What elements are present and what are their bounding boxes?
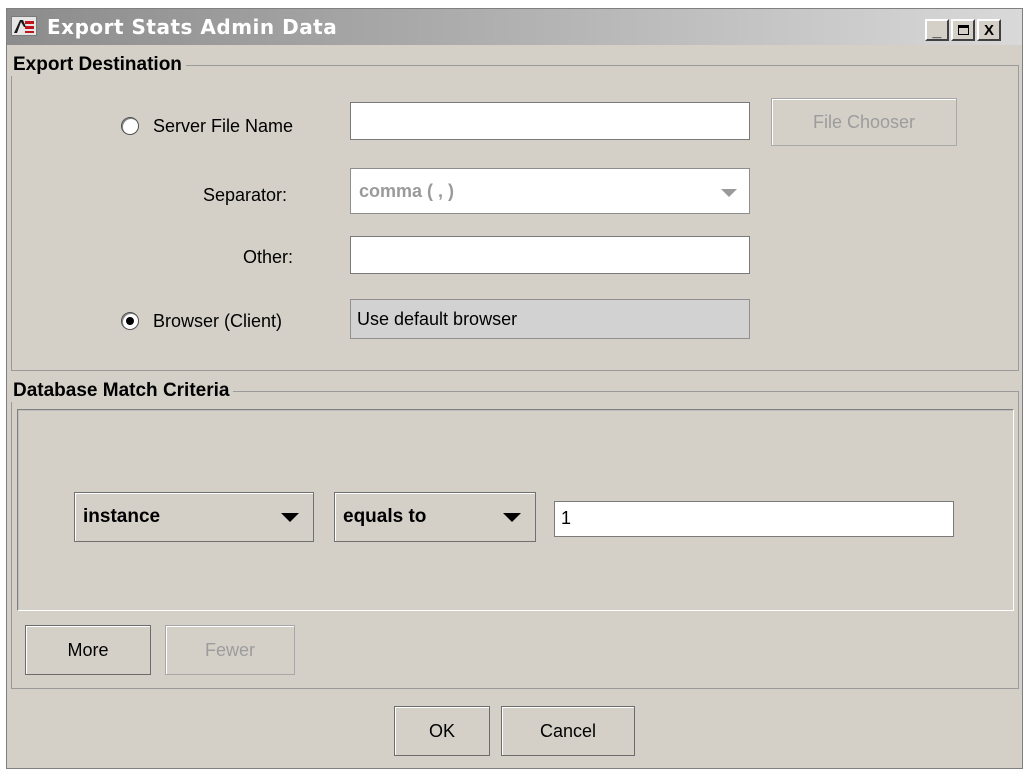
minimize-button[interactable]: _	[925, 19, 949, 41]
cancel-button[interactable]: Cancel	[501, 706, 635, 756]
export-destination-title: Export Destination	[11, 54, 186, 76]
server-file-radio[interactable]	[121, 117, 139, 135]
criteria-field-select[interactable]: instance	[74, 492, 314, 542]
close-icon: X	[983, 21, 994, 39]
close-button[interactable]: X	[977, 19, 1001, 41]
criteria-field-value: instance	[83, 506, 161, 527]
other-label: Other:	[243, 247, 294, 267]
criteria-value-input[interactable]: 1	[554, 501, 954, 537]
minimize-icon: _	[932, 23, 942, 40]
chevron-down-icon	[721, 189, 737, 197]
other-input[interactable]	[350, 236, 750, 274]
criteria-operator-select[interactable]: equals to	[334, 492, 536, 542]
chevron-down-icon	[503, 513, 521, 522]
fewer-button[interactable]: Fewer	[165, 625, 295, 675]
chevron-down-icon	[281, 513, 299, 522]
app-logo-icon	[11, 16, 37, 36]
file-chooser-button[interactable]: File Chooser	[771, 98, 957, 146]
browser-radio[interactable]	[121, 312, 139, 330]
more-button[interactable]: More	[25, 625, 151, 675]
criteria-operator-value: equals to	[343, 506, 427, 527]
browser-field: Use default browser	[350, 299, 750, 339]
separator-value: comma ( , )	[359, 181, 455, 201]
title-bar[interactable]: Export Stats Admin Data _ X	[7, 9, 1022, 45]
match-criteria-title: Database Match Criteria	[11, 380, 234, 402]
browser-label: Browser (Client)	[153, 311, 283, 331]
radio-selected-dot	[126, 317, 134, 325]
separator-select[interactable]: comma ( , )	[350, 168, 750, 214]
maximize-button[interactable]	[951, 19, 975, 41]
maximize-icon	[957, 25, 969, 35]
separator-label: Separator:	[203, 185, 288, 205]
server-file-input[interactable]	[350, 102, 750, 140]
server-file-label: Server File Name	[153, 116, 294, 136]
export-dialog: Export Stats Admin Data _ X Export Desti…	[6, 8, 1023, 769]
ok-button[interactable]: OK	[394, 706, 490, 756]
window-title: Export Stats Admin Data	[47, 15, 338, 39]
